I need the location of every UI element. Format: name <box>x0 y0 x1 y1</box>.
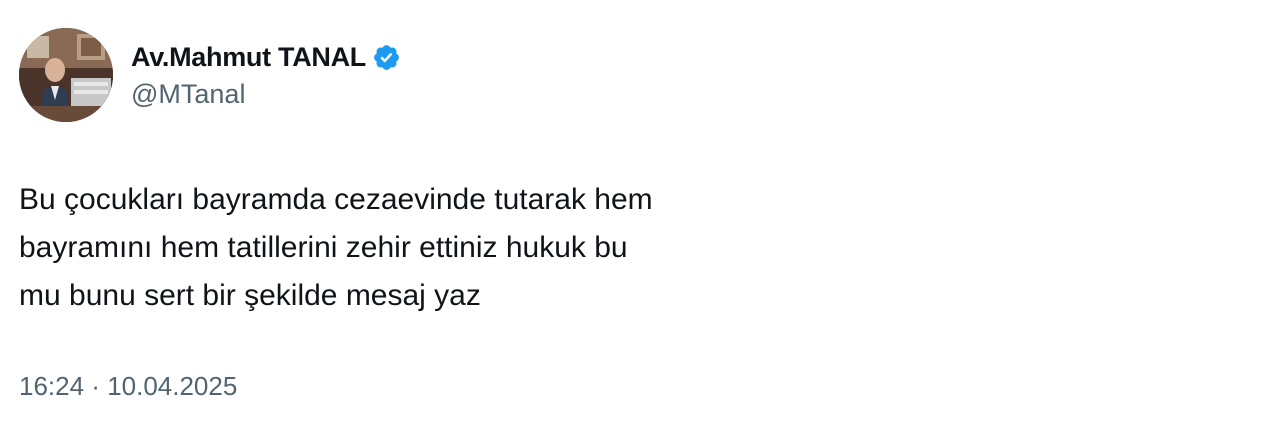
tweet-card: Av.Mahmut TANAL @MTanal Bu çocukları bay… <box>0 0 1280 434</box>
avatar-photo <box>19 28 113 122</box>
author-name-row: Av.Mahmut TANAL <box>131 38 401 76</box>
verified-badge-icon <box>372 43 401 72</box>
author-display-name[interactable]: Av.Mahmut TANAL <box>131 42 366 73</box>
author-block: Av.Mahmut TANAL @MTanal <box>131 38 401 110</box>
tweet-time[interactable]: 16:24 <box>19 371 84 401</box>
tweet-date[interactable]: 10.04.2025 <box>107 371 237 401</box>
tweet-timestamp: 16:24 · 10.04.2025 <box>19 371 237 402</box>
meta-separator: · <box>84 371 108 401</box>
author-avatar[interactable] <box>19 28 113 122</box>
author-handle[interactable]: @MTanal <box>131 79 401 110</box>
tweet-text: Bu çocukları bayramda cezaevinde tutarak… <box>19 183 653 312</box>
